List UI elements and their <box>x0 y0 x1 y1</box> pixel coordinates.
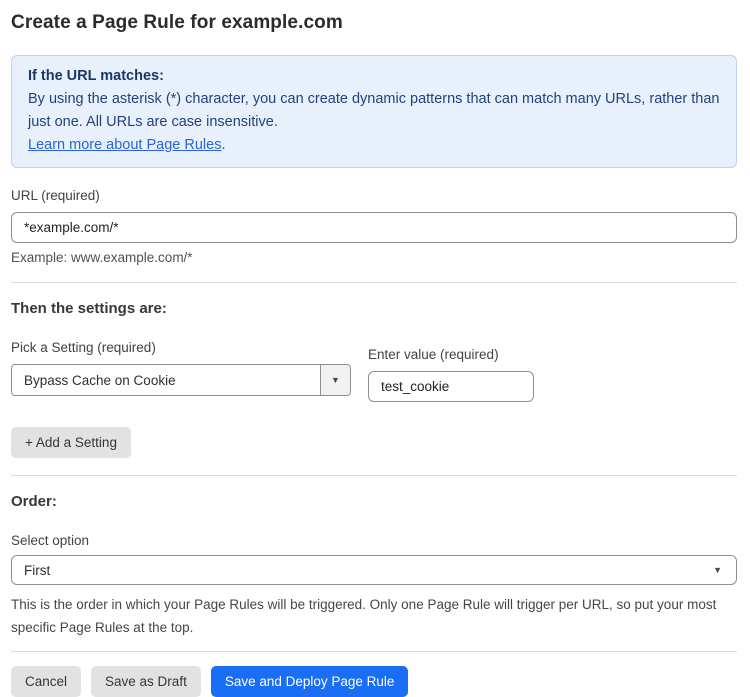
order-select[interactable]: First ▼ <box>11 555 737 585</box>
footer-buttons: Cancel Save as Draft Save and Deploy Pag… <box>11 666 737 697</box>
cancel-button[interactable]: Cancel <box>11 666 81 697</box>
divider <box>11 475 737 476</box>
setting-select[interactable]: Bypass Cache on Cookie ▼ <box>11 364 351 396</box>
info-box-heading: If the URL matches: <box>28 65 720 88</box>
caret-down-icon: ▼ <box>713 566 722 575</box>
url-section: URL (required) Example: www.example.com/… <box>11 188 737 265</box>
setting-select-arrow-button[interactable]: ▼ <box>320 365 350 395</box>
link-period: . <box>221 137 225 153</box>
setting-value-input[interactable] <box>368 371 534 402</box>
url-input[interactable] <box>11 212 737 243</box>
save-and-deploy-button[interactable]: Save and Deploy Page Rule <box>211 666 409 697</box>
url-match-info-box: If the URL matches: By using the asteris… <box>11 55 737 168</box>
divider <box>11 651 737 652</box>
setting-select-value: Bypass Cache on Cookie <box>12 365 320 395</box>
order-section: Order: Select option First ▼ This is the… <box>11 493 737 639</box>
info-box-body-text: By using the asterisk (*) character, you… <box>28 91 720 130</box>
divider <box>11 282 737 283</box>
settings-row: Pick a Setting (required) Bypass Cache o… <box>11 340 737 402</box>
settings-section: Then the settings are: Pick a Setting (r… <box>11 300 737 458</box>
page-title: Create a Page Rule for example.com <box>11 12 737 34</box>
order-select-value: First <box>24 563 50 578</box>
order-helper-text: This is the order in which your Page Rul… <box>11 593 737 639</box>
value-label: Enter value (required) <box>368 347 534 362</box>
save-as-draft-button[interactable]: Save as Draft <box>91 666 201 697</box>
order-heading: Order: <box>11 493 737 510</box>
setting-label: Pick a Setting (required) <box>11 340 351 355</box>
add-setting-button[interactable]: + Add a Setting <box>11 427 131 458</box>
url-label: URL (required) <box>11 188 737 203</box>
learn-more-link[interactable]: Learn more about Page Rules <box>28 137 221 153</box>
url-helper-text: Example: www.example.com/* <box>11 250 737 265</box>
caret-down-icon: ▼ <box>331 376 340 385</box>
info-box-body: By using the asterisk (*) character, you… <box>28 88 720 157</box>
order-label: Select option <box>11 533 737 548</box>
value-column: Enter value (required) <box>368 347 534 402</box>
setting-column: Pick a Setting (required) Bypass Cache o… <box>11 340 351 396</box>
settings-heading: Then the settings are: <box>11 300 737 317</box>
